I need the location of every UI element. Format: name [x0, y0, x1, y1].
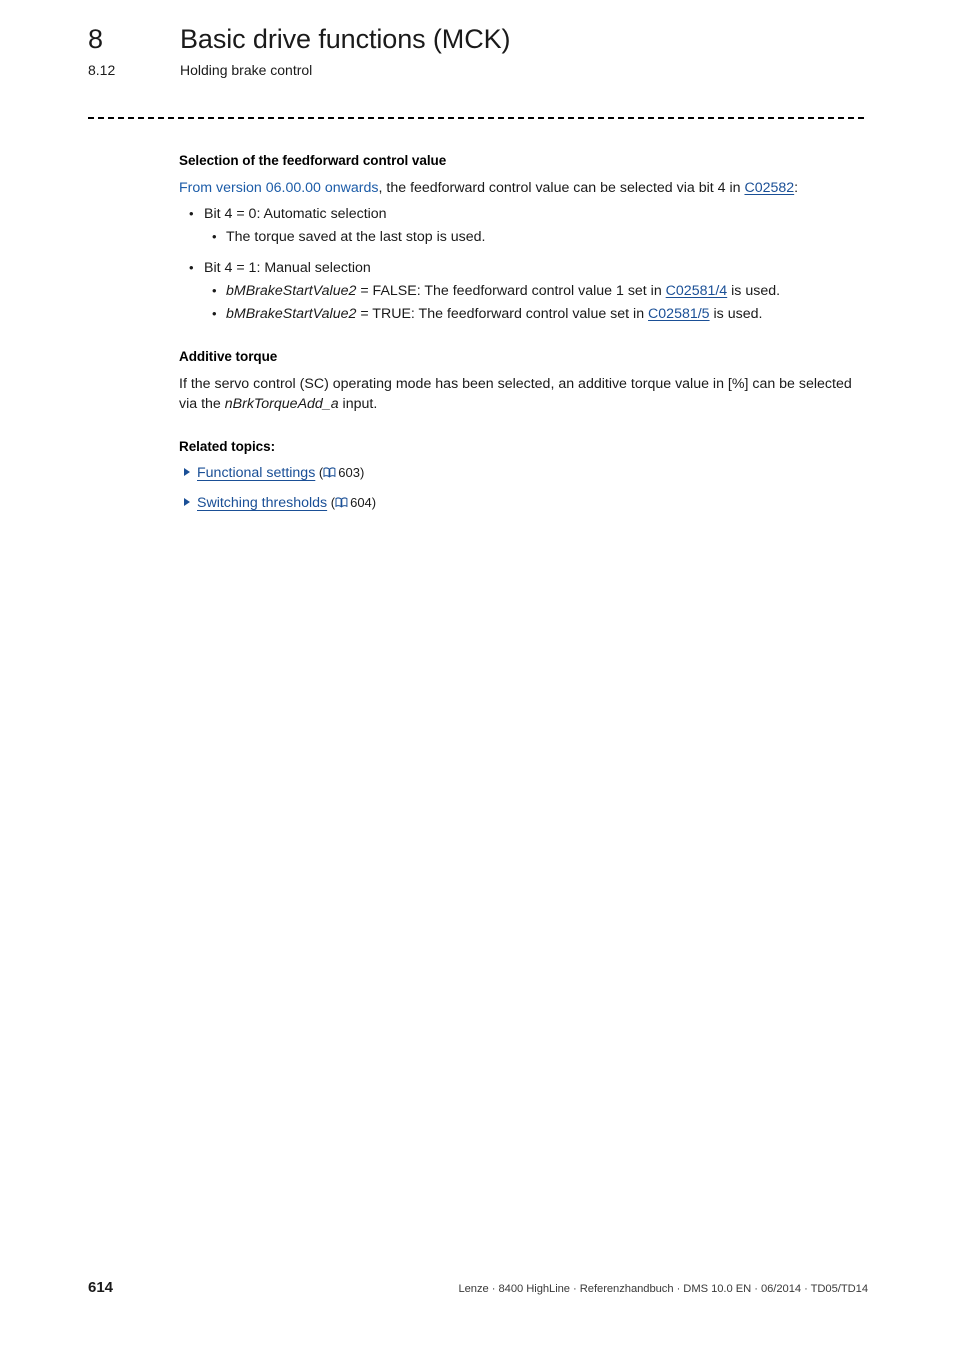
- page-reference: (604): [327, 495, 376, 510]
- feedforward-heading: Selection of the feedforward control val…: [179, 153, 447, 168]
- related-topics-list: Functional settings (603) Switching thre…: [179, 463, 869, 513]
- list-item: The torque saved at the last stop is use…: [204, 227, 869, 248]
- ref-close-paren: ): [359, 465, 365, 480]
- sub-bullet-list: bMBrakeStartValue2 = FALSE: The feedforw…: [204, 281, 869, 325]
- section-title: Holding brake control: [180, 62, 313, 78]
- list-item[interactable]: Switching thresholds (604): [179, 493, 869, 514]
- sub-bullet-text-end: is used.: [709, 305, 763, 322]
- bullet-label: Bit 4 = 0: Automatic selection: [204, 205, 387, 222]
- variable-name: bMBrakeStartValue2: [226, 283, 357, 299]
- feedforward-bullet-list: Bit 4 = 0: Automatic selection The torqu…: [179, 204, 869, 325]
- triangle-right-icon: [184, 497, 190, 506]
- chapter-title: Basic drive functions (MCK): [180, 24, 511, 54]
- variable-name: bMBrakeStartValue2: [226, 305, 357, 322]
- link-functional-settings[interactable]: Functional settings: [197, 465, 315, 481]
- book-icon: [323, 464, 336, 484]
- page-number: 614: [88, 1279, 114, 1296]
- bullet-label: Bit 4 = 1: Manual selection: [204, 259, 371, 276]
- link-c02581-4[interactable]: C02581/4: [666, 283, 728, 299]
- link-c02581-5[interactable]: C02581/5: [648, 306, 710, 322]
- list-item: Bit 4 = 0: Automatic selection The torqu…: [179, 204, 869, 248]
- sub-bullet-text-end: is used.: [727, 283, 781, 299]
- page-reference: (603): [315, 465, 364, 480]
- additive-torque-heading: Additive torque: [179, 349, 278, 364]
- related-topics-heading: Related topics:: [179, 439, 276, 454]
- chapter-number: 8: [88, 24, 104, 54]
- book-icon: [335, 494, 348, 514]
- list-item: Bit 4 = 1: Manual selection bMBrakeStart…: [179, 258, 869, 325]
- header-divider: [88, 117, 864, 119]
- list-item: bMBrakeStartValue2 = FALSE: The feedforw…: [204, 281, 869, 302]
- link-switching-thresholds[interactable]: Switching thresholds: [197, 495, 327, 511]
- link-c02582[interactable]: C02582: [744, 180, 794, 196]
- sub-bullet-list: The torque saved at the last stop is use…: [204, 227, 869, 248]
- additive-torque-paragraph: If the servo control (SC) operating mode…: [179, 375, 869, 414]
- intro-rest-text: , the feedforward control value can be s…: [378, 180, 745, 196]
- list-item: bMBrakeStartValue2 = TRUE: The feedforwa…: [204, 304, 869, 325]
- section-number: 8.12: [88, 62, 116, 78]
- footer-metadata: Lenze · 8400 HighLine · Referenzhandbuch…: [458, 1283, 868, 1295]
- sub-bullet-text: The torque saved at the last stop is use…: [226, 229, 486, 245]
- page-footer: 614 Lenze · 8400 HighLine · Referenzhand…: [88, 1279, 868, 1296]
- ref-close-paren: ): [371, 494, 377, 510]
- version-note: From version 06.00.00 onwards: [179, 180, 379, 196]
- feedforward-intro-paragraph: From version 06.00.00 onwards, the feedf…: [179, 179, 869, 199]
- list-item[interactable]: Functional settings (603): [179, 463, 869, 484]
- document-page: 8 Basic drive functions (MCK) 8.12 Holdi…: [0, 0, 954, 1350]
- variable-name: nBrkTorqueAdd_a: [224, 395, 339, 412]
- page-body: Selection of the feedforward control val…: [179, 153, 869, 513]
- additive-torque-text-end: input.: [338, 395, 378, 412]
- ref-page-number: 604: [350, 494, 372, 510]
- page-header: 8 Basic drive functions (MCK) 8.12 Holdi…: [88, 24, 868, 78]
- header-section-row: 8.12 Holding brake control: [88, 62, 868, 78]
- ref-page-number: 603: [338, 465, 360, 480]
- header-chapter-row: 8 Basic drive functions (MCK): [88, 24, 868, 55]
- sub-bullet-text: = FALSE: The feedforward control value 1…: [356, 283, 666, 299]
- sub-bullet-text: = TRUE: The feedforward control value se…: [356, 305, 649, 322]
- triangle-right-icon: [184, 468, 190, 476]
- intro-colon: :: [794, 180, 799, 196]
